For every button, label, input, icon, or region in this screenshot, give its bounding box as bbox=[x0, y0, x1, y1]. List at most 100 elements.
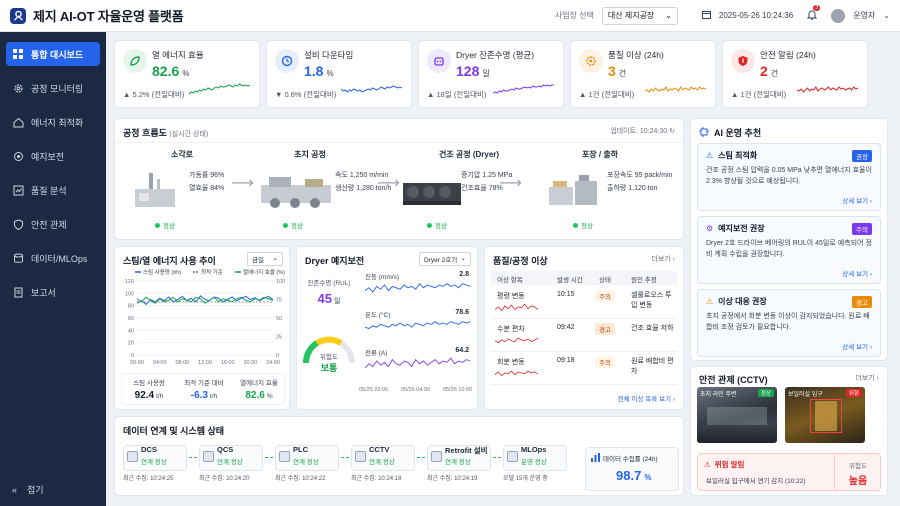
issue-item: 수분 편차 bbox=[497, 326, 525, 333]
collapse-button[interactable]: « 접기 bbox=[12, 483, 44, 496]
ai-recommendation[interactable]: ⚙ 예지보전 권장 주의 Dryer 2호 드라이브 베어링의 RUL이 45일로 예… bbox=[697, 216, 881, 284]
ai-recommendation[interactable]: ⚠ 스팀 최적화 권장 건조 공정 스팀 압력을 0.05 MPa 낮추면 열에너지 … bbox=[697, 143, 881, 211]
signal-value: 64.2 bbox=[455, 347, 469, 354]
systems-title: 데이터 연계 및 시스템 상태 bbox=[123, 426, 225, 436]
warning-triangle-icon: ⚠ bbox=[706, 151, 714, 160]
sidebar-item-energy[interactable]: 에너지 최적화 bbox=[6, 110, 100, 134]
ai-rec-header: ⚠ 스팀 최적화 bbox=[706, 150, 757, 161]
cctv-more-link[interactable]: 더보기 › bbox=[855, 373, 879, 383]
kpi-delta: ▲ 5.2% (전일대비) bbox=[123, 90, 185, 99]
range-value: 금일 bbox=[252, 257, 264, 264]
camera-feed-2[interactable]: 보일러실 입구 위험 bbox=[785, 387, 865, 443]
signal-sparkline bbox=[365, 282, 471, 293]
kpi-card[interactable]: Dryer 잔존수명 (평균) 128 일 ▲ 18일 (전일대비) bbox=[418, 40, 564, 108]
rate-unit: % bbox=[644, 473, 652, 482]
detail-link[interactable]: 상세 보기 › bbox=[842, 268, 872, 278]
issue-state-badge: 주의 bbox=[595, 290, 615, 302]
bell-icon[interactable]: 3 bbox=[806, 5, 821, 22]
ai-title: AI 운영 추천 bbox=[714, 128, 762, 138]
camera-status-badge: 위험 bbox=[845, 389, 862, 397]
x-tick-label: 00:00 bbox=[130, 360, 144, 366]
table-row[interactable]: 회분 변동 09:18 주의 원료 배합비 편차 bbox=[491, 353, 677, 385]
system-name: QCS bbox=[217, 445, 234, 454]
stage-equipment-image[interactable] bbox=[255, 167, 335, 209]
danger-alert[interactable]: ⚠ 위험 알림 보일러실 입구에서 연기 감지 (10:22) 위험도 높음 bbox=[697, 453, 881, 491]
legend-label: 스팀 사용량 (t/h) bbox=[143, 268, 181, 276]
x-tick-label: 24:00 bbox=[266, 360, 280, 366]
system-state: 연계 정상 bbox=[445, 459, 471, 466]
database-icon bbox=[12, 252, 24, 264]
signal-value: 2.8 bbox=[459, 271, 469, 278]
issue-sparkline bbox=[495, 303, 539, 312]
all-issues-link[interactable]: 전체 이상 목록 보기 › bbox=[618, 393, 675, 403]
connector-line bbox=[265, 457, 273, 458]
chevron-down-icon[interactable]: ⌄ bbox=[883, 11, 890, 20]
signal-name: 온도 (°C) bbox=[365, 312, 391, 319]
sidebar-item-dashboard[interactable]: 통합 대시보드 bbox=[6, 42, 100, 66]
sidebar-item-label: 예지보전 bbox=[31, 151, 65, 162]
stage-status-text: 정상 bbox=[435, 223, 447, 230]
rate-value: 98.7 bbox=[616, 468, 642, 483]
app-logo bbox=[10, 7, 26, 24]
dryer-select[interactable]: Dryer 2호기 ⌄ bbox=[419, 252, 471, 266]
x-tick-label: 16:00 bbox=[221, 360, 235, 366]
ai-rec-title: 이상 대응 권장 bbox=[718, 297, 767, 306]
kpi-card[interactable]: 품질 이상 (24h) 3 건 ▲ 1건 (전일대비) bbox=[570, 40, 716, 108]
kpi-card[interactable]: 설비 다운타임 1.8% ▼ 0.6% (전일대비) bbox=[266, 40, 412, 108]
avatar[interactable] bbox=[831, 8, 846, 23]
range-select[interactable]: 금일 ⌄ bbox=[247, 252, 283, 266]
connector-line bbox=[341, 457, 349, 458]
ai-rec-body: 초지 공정에서 회분 변동 이상이 감지되었습니다. 원료 배합비 조정 검토가… bbox=[706, 313, 870, 331]
site-select[interactable]: 대산 제지공장 ⌄ bbox=[601, 6, 678, 25]
shield-icon bbox=[12, 218, 24, 230]
stage-status: 정상 bbox=[573, 220, 593, 230]
rul-value-wrap: 45 일 bbox=[303, 291, 355, 306]
calendar-icon bbox=[701, 10, 711, 21]
user-name[interactable]: 운영자 bbox=[853, 10, 875, 21]
signal-name: 전류 (A) bbox=[365, 350, 388, 357]
ai-rec-body: 건조 공정 스팀 압력을 0.05 MPa 낮추면 열에너지 효율이 2.3% … bbox=[706, 167, 872, 185]
col-cause: 원인 추정 bbox=[631, 277, 657, 284]
sidebar-item-process[interactable]: 공정 모니터링 bbox=[6, 76, 100, 100]
x-tick-label: 12:00 bbox=[198, 360, 212, 366]
rul-unit: 일 bbox=[334, 298, 341, 305]
kpi-card[interactable]: 안전 알림 (24h) 2 건 ▲ 1건 (전일대비) bbox=[722, 40, 868, 108]
table-row[interactable]: 수분 편차 09:42 경고 건조 효율 저하 bbox=[491, 320, 677, 352]
cctv-title: 안전 관제 (CCTV) bbox=[699, 375, 768, 385]
sidebar-item-mlops[interactable]: 데이터/MLOps bbox=[6, 246, 100, 270]
rate-label: 데이터 수집률 (24h) bbox=[603, 456, 658, 463]
kpi-card[interactable]: 열 에너지 효율 82.6% ▲ 5.2% (전일대비) bbox=[114, 40, 260, 108]
sidebar-item-quality[interactable]: 품질 분석 bbox=[6, 178, 100, 202]
ai-recommendation[interactable]: ⚠ 이상 대응 권장 경고 초지 공정에서 회분 변동 이상이 감지되었습니다. 원료… bbox=[697, 289, 881, 357]
y-tick-label: 60 bbox=[128, 316, 134, 322]
energy-card: 스팀/열 에너지 사용 추이 금일 ⌄ 스팀 사용량 (t/h) 최적 기준 열에너지… bbox=[114, 246, 290, 410]
refresh-icon[interactable]: ↻ bbox=[669, 128, 675, 135]
stage-name: 건조 공정 (Dryer) bbox=[438, 150, 500, 159]
stat-value: -6.3 bbox=[190, 390, 208, 401]
quality-more-link[interactable]: 더보기 › bbox=[651, 254, 675, 264]
chevron-down-icon: ⌄ bbox=[272, 255, 278, 262]
app-title: 제지 AI-OT 자율운영 플랫폼 bbox=[33, 9, 184, 24]
sidebar-item-maintenance[interactable]: 예지보전 bbox=[6, 144, 100, 168]
detail-link[interactable]: 상세 보기 › bbox=[842, 341, 872, 351]
table-row[interactable]: 평량 변동 10:15 주의 셀룰로오스 투입 변동 bbox=[491, 287, 677, 319]
sidebar-item-report[interactable]: 보고서 bbox=[6, 280, 100, 304]
x-tick-label: 05/26 10:00 bbox=[443, 387, 473, 393]
sidebar-item-safety[interactable]: 안전 관제 bbox=[6, 212, 100, 236]
kpi-value-wrap: 128 일 bbox=[456, 63, 490, 79]
ai-rec-title: 예지보전 권장 bbox=[718, 224, 765, 233]
stage-status-text: 정상 bbox=[291, 223, 303, 230]
detail-link[interactable]: 상세 보기 › bbox=[842, 195, 872, 205]
camera-feed-1[interactable]: 초지 라인 주변 정상 bbox=[697, 387, 777, 443]
kpi-unit: % bbox=[326, 69, 334, 78]
process-flow-card: 공정 흐름도 (실시간 상태) 업데이트: 10:24:30 ↻ 소각로 가동률 … bbox=[114, 118, 685, 240]
ai-rec-tag: 주의 bbox=[852, 223, 872, 235]
legend-label: 열에너지 효율 (%) bbox=[243, 268, 285, 276]
kpi-value: 2 bbox=[760, 63, 768, 79]
y2-tick-label: 75 bbox=[276, 298, 282, 304]
camera-name: 보일러실 입구 bbox=[788, 392, 823, 398]
warning-icon: ⚠ bbox=[704, 460, 711, 469]
system-name: DCS bbox=[141, 445, 157, 454]
y-tick-label: 0 bbox=[131, 353, 134, 359]
risk-label: 위험도 bbox=[320, 354, 338, 361]
